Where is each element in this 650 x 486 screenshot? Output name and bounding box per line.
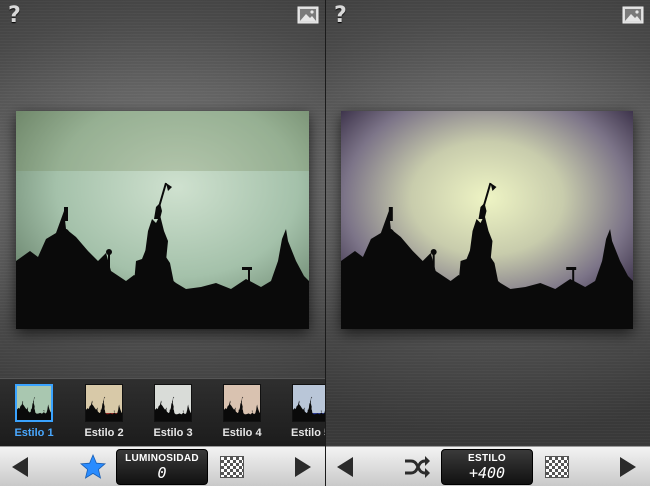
- style-thumbnail-2[interactable]: Estilo 2: [74, 384, 134, 439]
- style-thumbnail-3[interactable]: Estilo 3: [143, 384, 203, 439]
- style-preview-image: [15, 384, 53, 422]
- shuffle-icon[interactable]: [403, 453, 431, 481]
- right-panel: ? ESTILO +400: [326, 0, 650, 486]
- param-value: 0: [157, 464, 167, 482]
- param-value: +400: [468, 464, 506, 482]
- style-thumbnail-1[interactable]: Estilo 1: [4, 384, 64, 439]
- style-preview-image: [292, 384, 325, 422]
- compare-checkerboard-icon[interactable]: [545, 456, 569, 478]
- luminosity-control[interactable]: LUMINOSIDAD 0: [116, 449, 208, 485]
- photo-preview[interactable]: [16, 111, 309, 329]
- left-panel: ? Estilo 1 Estilo 2 Estilo 3 Estilo 4 Es…: [0, 0, 325, 486]
- param-label: ESTILO: [468, 453, 506, 464]
- previous-arrow-icon[interactable]: [8, 455, 32, 479]
- style-preview-image: [85, 384, 123, 422]
- next-arrow-icon[interactable]: [616, 455, 640, 479]
- style-strength-control[interactable]: ESTILO +400: [441, 449, 533, 485]
- style-label: Estilo 4: [222, 427, 262, 439]
- bottom-toolbar: ESTILO +400: [326, 446, 650, 486]
- style-label: Estilo 2: [84, 427, 124, 439]
- style-label: Estilo 5: [291, 427, 325, 439]
- bottom-toolbar: LUMINOSIDAD 0: [0, 446, 325, 486]
- param-label: LUMINOSIDAD: [125, 453, 199, 464]
- gallery-icon[interactable]: [297, 6, 319, 24]
- previous-arrow-icon[interactable]: [333, 455, 357, 479]
- star-icon[interactable]: [79, 453, 107, 481]
- style-label: Estilo 3: [153, 427, 193, 439]
- style-thumbnail-4[interactable]: Estilo 4: [212, 384, 272, 439]
- style-preview-image: [154, 384, 192, 422]
- help-icon[interactable]: ?: [8, 3, 21, 28]
- photo-preview[interactable]: [341, 111, 633, 329]
- style-label: Estilo 1: [14, 427, 54, 439]
- help-icon[interactable]: ?: [334, 3, 347, 28]
- next-arrow-icon[interactable]: [291, 455, 315, 479]
- compare-checkerboard-icon[interactable]: [220, 456, 244, 478]
- style-thumbnail-5[interactable]: Estilo 5: [280, 384, 325, 439]
- style-filmstrip[interactable]: Estilo 1 Estilo 2 Estilo 3 Estilo 4 Esti…: [0, 378, 325, 446]
- style-preview-image: [223, 384, 261, 422]
- gallery-icon[interactable]: [622, 6, 644, 24]
